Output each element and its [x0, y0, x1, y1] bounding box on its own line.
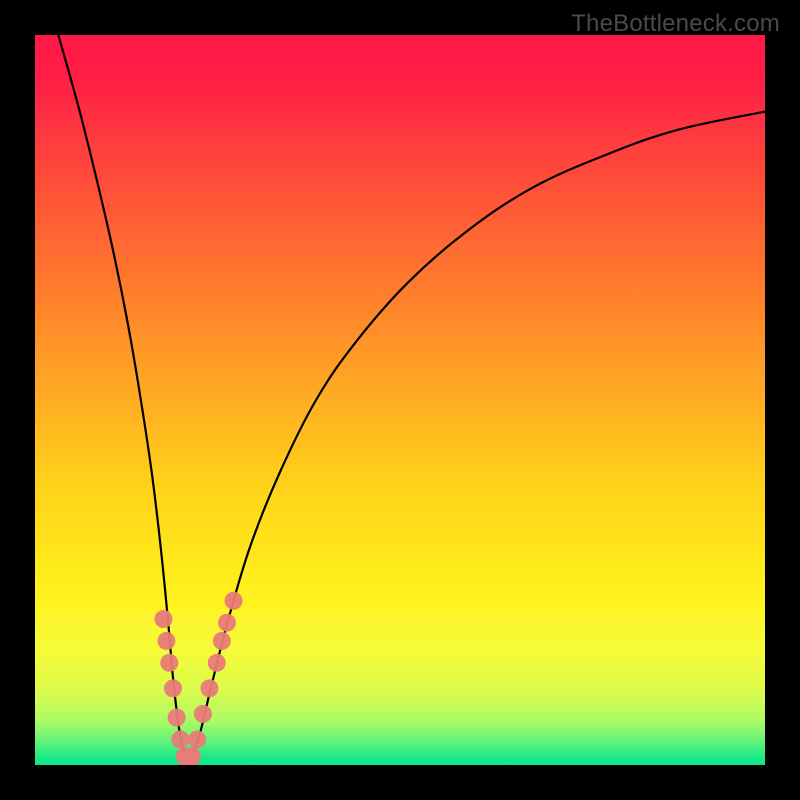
data-marker: [154, 610, 172, 628]
data-marker: [157, 632, 175, 650]
chart-svg: [35, 35, 765, 765]
plot-area: [35, 35, 765, 765]
data-marker: [194, 705, 212, 723]
curve-right: [188, 112, 765, 765]
data-marker: [160, 654, 178, 672]
data-marker: [225, 592, 243, 610]
data-marker: [168, 709, 186, 727]
watermark-text: TheBottleneck.com: [571, 10, 780, 38]
data-marker: [188, 730, 206, 748]
data-marker: [213, 632, 231, 650]
data-marker: [183, 747, 201, 765]
data-marker: [171, 730, 189, 748]
data-markers-group: [154, 592, 242, 765]
data-marker: [208, 654, 226, 672]
data-marker: [164, 679, 182, 697]
chart-frame: TheBottleneck.com: [0, 0, 800, 800]
data-marker: [218, 614, 236, 632]
data-marker: [200, 679, 218, 697]
